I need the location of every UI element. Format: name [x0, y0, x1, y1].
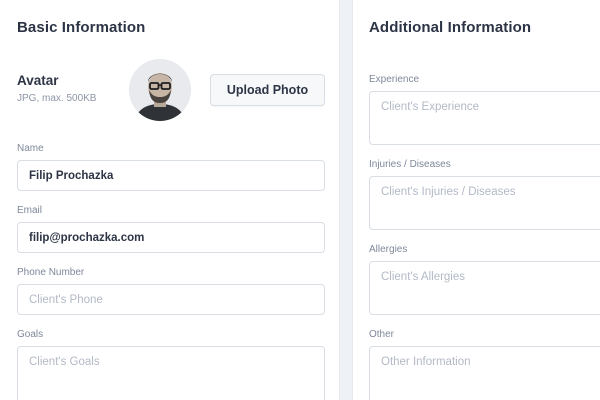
basic-information-panel: Basic Information Avatar JPG, max. 500KB…: [0, 0, 340, 400]
additional-information-title: Additional Information: [369, 19, 532, 36]
phone-label: Phone Number: [17, 267, 85, 278]
phone-field[interactable]: [17, 284, 325, 315]
experience-field[interactable]: [369, 91, 600, 145]
injuries-field[interactable]: [369, 176, 600, 230]
goals-label: Goals: [17, 329, 44, 340]
avatar-label: Avatar: [17, 73, 59, 88]
avatar-hint: JPG, max. 500KB: [17, 93, 97, 104]
email-label: Email: [17, 205, 43, 216]
experience-label: Experience: [369, 74, 420, 85]
additional-information-panel: Additional Information Experience Injuri…: [352, 0, 600, 400]
allergies-field[interactable]: [369, 261, 600, 315]
other-field[interactable]: [369, 346, 600, 400]
avatar-photo: [129, 59, 191, 121]
upload-photo-button[interactable]: Upload Photo: [210, 74, 325, 106]
allergies-label: Allergies: [369, 244, 408, 255]
goals-field[interactable]: [17, 346, 325, 400]
basic-information-title: Basic Information: [17, 19, 146, 36]
email-field[interactable]: [17, 222, 325, 253]
name-field[interactable]: [17, 160, 325, 191]
avatar: [129, 59, 191, 121]
injuries-label: Injuries / Diseases: [369, 159, 451, 170]
other-label: Other: [369, 329, 395, 340]
name-label: Name: [17, 143, 44, 154]
